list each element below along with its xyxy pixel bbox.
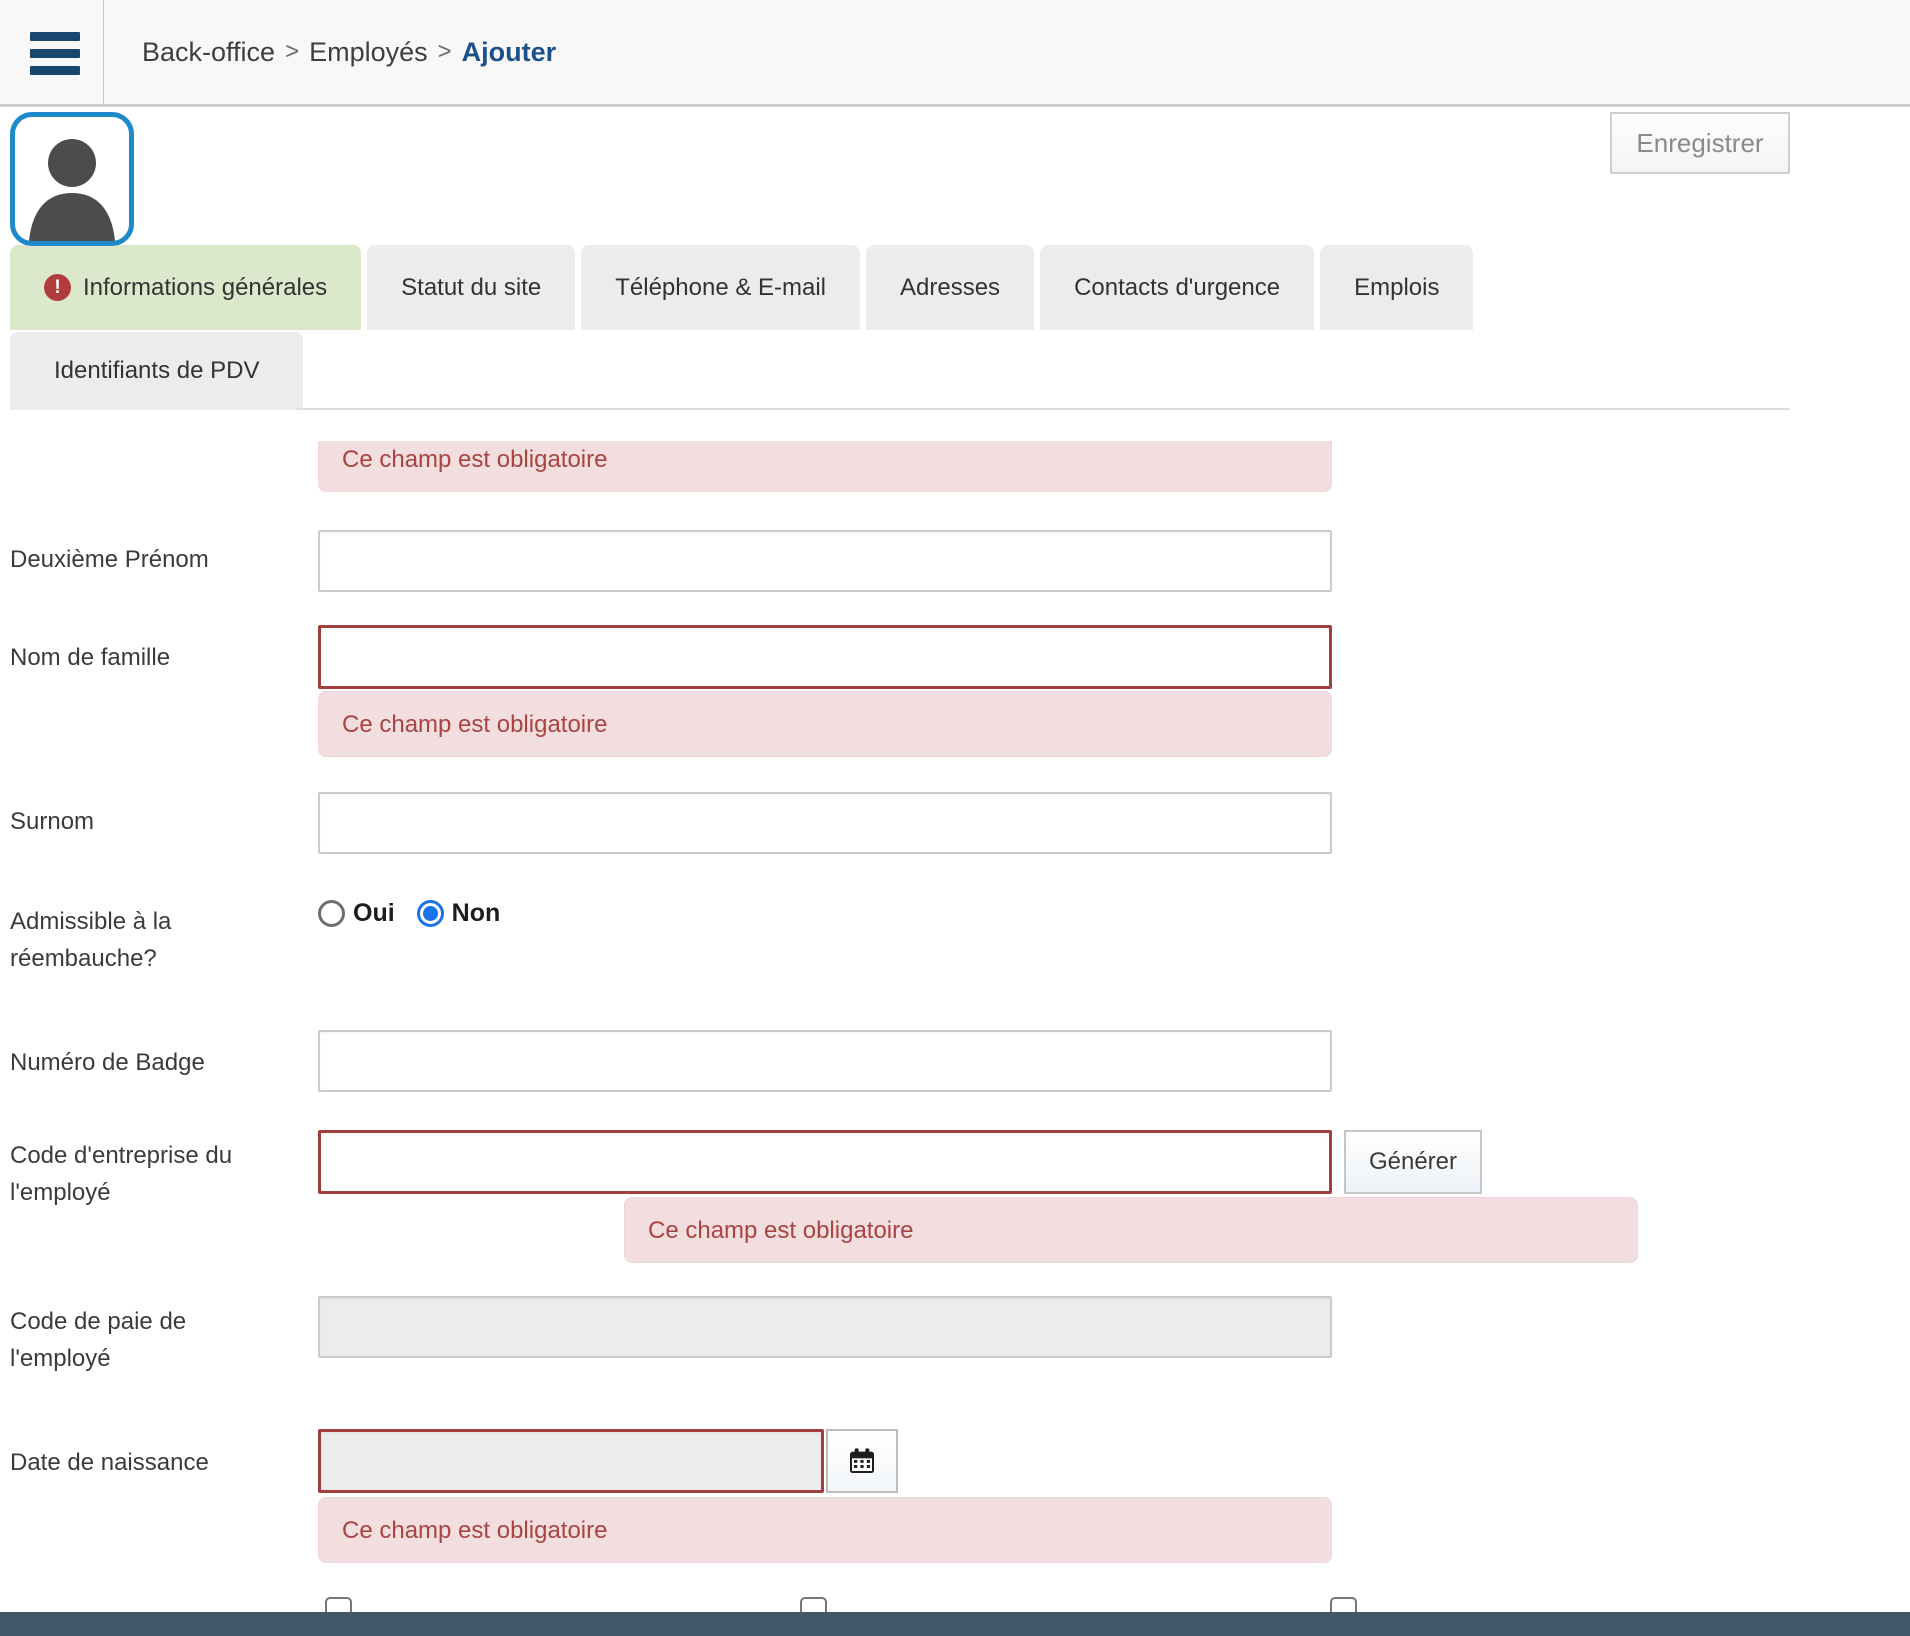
badge-number-input[interactable] bbox=[318, 1030, 1332, 1092]
pay-code-input bbox=[318, 1296, 1332, 1358]
tab-emplois[interactable]: Emplois bbox=[1320, 245, 1473, 330]
breadcrumb-employes[interactable]: Employés bbox=[309, 37, 428, 68]
badge-number-label: Numéro de Badge bbox=[10, 1044, 310, 1081]
employee-avatar[interactable] bbox=[10, 112, 134, 246]
tab-label: Adresses bbox=[900, 274, 1000, 302]
company-code-label: Code d'entreprise du l'employé bbox=[10, 1137, 260, 1211]
middle-name-label: Deuxième Prénom bbox=[10, 541, 310, 578]
tabs-bottom-divider bbox=[297, 408, 1790, 410]
tab-informations-generales[interactable]: ! Informations générales bbox=[10, 245, 361, 330]
validation-error-birth-date: Ce champ est obligatoire bbox=[318, 1497, 1332, 1563]
tab-identifiants-de-pdv[interactable]: Identifiants de PDV bbox=[10, 332, 303, 410]
hamburger-menu-icon[interactable] bbox=[30, 32, 80, 75]
validation-error-text: Ce champ est obligatoire bbox=[318, 441, 1332, 492]
birth-date-input bbox=[318, 1429, 824, 1493]
tab-strip-row2: Identifiants de PDV bbox=[10, 332, 303, 410]
nickname-label: Surnom bbox=[10, 803, 310, 840]
tab-label: Identifiants de PDV bbox=[54, 357, 259, 385]
radio-oui-label[interactable]: Oui bbox=[353, 899, 395, 928]
person-icon bbox=[22, 129, 122, 241]
validation-error-last-name: Ce champ est obligatoire bbox=[318, 691, 1332, 757]
breadcrumb: Back-office > Employés > Ajouter bbox=[142, 0, 556, 104]
generate-button[interactable]: Générer bbox=[1344, 1130, 1482, 1194]
rehire-radio-group: Oui Non bbox=[318, 899, 514, 928]
radio-oui[interactable] bbox=[318, 900, 345, 927]
pay-code-label: Code de paie de l'employé bbox=[10, 1303, 260, 1377]
breadcrumb-separator: > bbox=[438, 38, 452, 66]
breadcrumb-back-office[interactable]: Back-office bbox=[142, 37, 275, 68]
exclamation-circle-icon: ! bbox=[44, 274, 71, 301]
tab-adresses[interactable]: Adresses bbox=[866, 245, 1034, 330]
radio-non[interactable] bbox=[417, 900, 444, 927]
validation-error-top: Ce champ est obligatoire bbox=[318, 441, 1332, 492]
nickname-input[interactable] bbox=[318, 792, 1332, 854]
validation-error-company-code: Ce champ est obligatoire bbox=[624, 1197, 1638, 1263]
calendar-icon bbox=[846, 1445, 878, 1477]
tab-label: Contacts d'urgence bbox=[1074, 274, 1280, 302]
tab-statut-du-site[interactable]: Statut du site bbox=[367, 245, 575, 330]
breadcrumb-current-ajouter: Ajouter bbox=[462, 37, 557, 68]
footer-bar bbox=[0, 1612, 1910, 1636]
topbar-divider bbox=[103, 0, 104, 104]
tab-strip-row1: ! Informations générales Statut du site … bbox=[10, 245, 1473, 330]
birth-date-label: Date de naissance bbox=[10, 1444, 310, 1481]
tab-label: Statut du site bbox=[401, 274, 541, 302]
top-bar: Back-office > Employés > Ajouter bbox=[0, 0, 1910, 107]
last-name-label: Nom de famille bbox=[10, 639, 310, 676]
save-button[interactable]: Enregistrer bbox=[1610, 112, 1790, 174]
tab-contacts-urgence[interactable]: Contacts d'urgence bbox=[1040, 245, 1314, 330]
tab-telephone-email[interactable]: Téléphone & E-mail bbox=[581, 245, 860, 330]
company-code-input[interactable] bbox=[318, 1130, 1332, 1194]
tab-label: Informations générales bbox=[83, 274, 327, 302]
rehire-eligible-label: Admissible à la réembauche? bbox=[10, 903, 225, 977]
tab-label: Téléphone & E-mail bbox=[615, 274, 826, 302]
breadcrumb-separator: > bbox=[285, 38, 299, 66]
calendar-button[interactable] bbox=[826, 1429, 898, 1493]
tab-label: Emplois bbox=[1354, 274, 1439, 302]
last-name-input[interactable] bbox=[318, 625, 1332, 689]
radio-non-label[interactable]: Non bbox=[452, 899, 501, 928]
middle-name-input[interactable] bbox=[318, 530, 1332, 592]
